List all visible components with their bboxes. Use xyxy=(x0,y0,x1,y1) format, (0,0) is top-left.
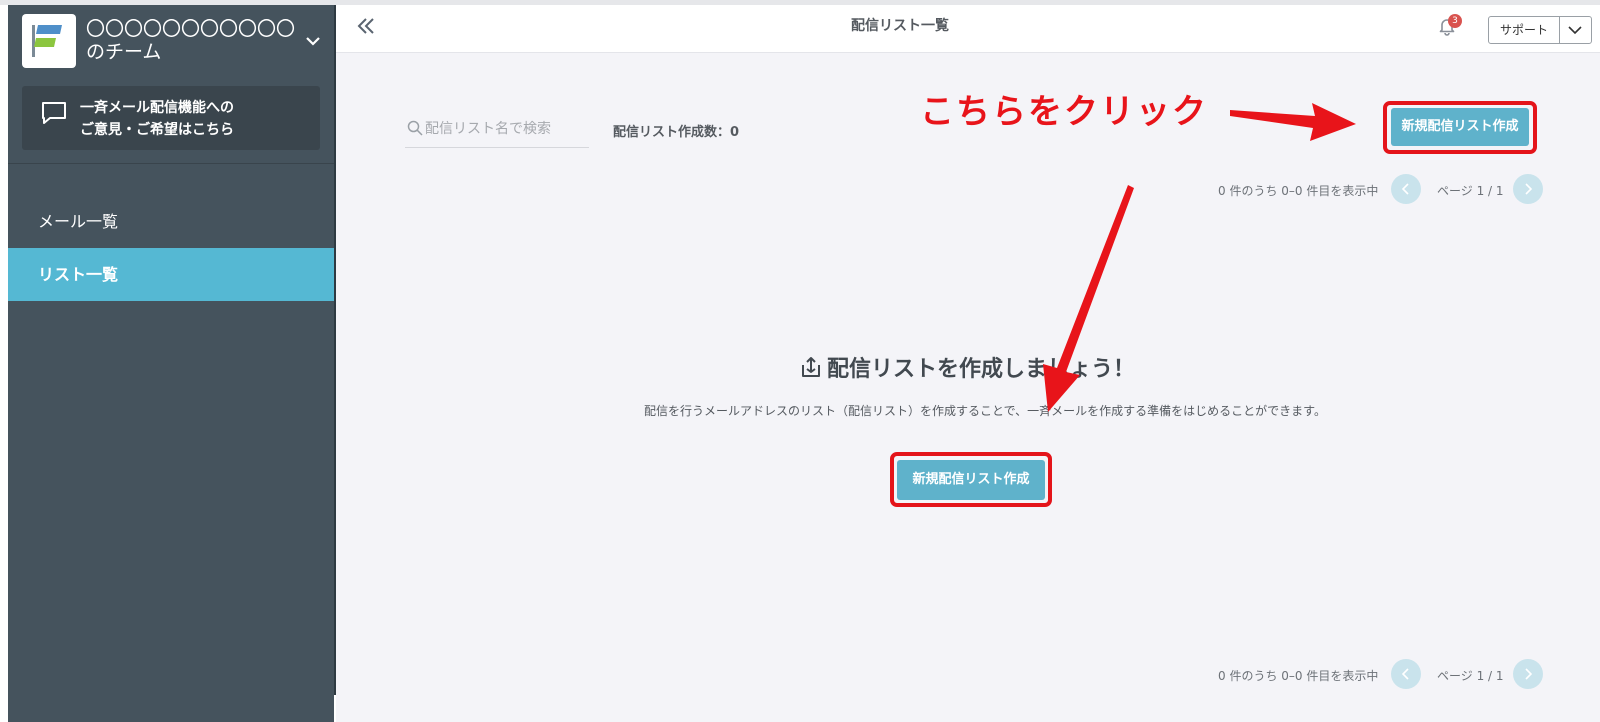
pagination-bottom: 0 件のうち 0–0 件目を表示中 ページ 1 / 1 xyxy=(1200,659,1545,689)
feedback-line2: ご意見・ご希望はこちら xyxy=(80,122,234,138)
sidebar-item-label: リスト一覧 xyxy=(38,265,119,284)
chevron-right-icon xyxy=(1525,668,1533,680)
next-page-button[interactable] xyxy=(1513,659,1543,689)
chevron-left-icon xyxy=(1401,668,1409,680)
annotation-highlight-box xyxy=(890,452,1052,507)
team-switcher[interactable]: 〇〇〇〇〇〇〇〇〇〇〇 のチーム xyxy=(22,14,322,70)
pagination-page: ページ 1 / 1 xyxy=(1437,669,1504,683)
pagination-info: 0 件のうち 0–0 件目を表示中 xyxy=(1218,669,1379,683)
window-left-strip xyxy=(0,5,8,722)
feedback-text: 一斉メール配信機能への ご意見・ご希望はこちら xyxy=(80,97,234,141)
sidebar-item-list-list[interactable]: リスト一覧 xyxy=(8,248,334,301)
chevron-right-icon xyxy=(1525,183,1533,195)
chevron-left-icon xyxy=(1401,183,1409,195)
page-title: 配信リスト一覧 xyxy=(851,18,949,34)
search-icon xyxy=(407,120,423,136)
chevron-down-icon[interactable] xyxy=(1567,23,1583,37)
sidebar-separator xyxy=(8,163,334,164)
empty-state-description: 配信を行うメールアドレスのリスト（配信リスト）を作成することで、一斉メールを作成… xyxy=(644,404,1326,418)
chevron-down-icon[interactable] xyxy=(304,32,322,50)
export-box-icon xyxy=(802,357,820,377)
search-box xyxy=(405,112,589,148)
team-logo-icon xyxy=(22,14,76,68)
feedback-line1: 一斉メール配信機能への xyxy=(80,100,234,116)
annotation-click-here: こちらをクリック xyxy=(920,92,1208,132)
sidebar-item-mail-list[interactable]: メール一覧 xyxy=(8,195,334,248)
support-button[interactable]: サポート xyxy=(1489,17,1559,43)
notification-badge: 3 xyxy=(1448,14,1462,28)
team-name-line2: のチーム xyxy=(86,41,162,63)
previous-page-button[interactable] xyxy=(1391,174,1421,204)
team-name-line1: 〇〇〇〇〇〇〇〇〇〇〇 xyxy=(86,18,296,40)
pagination-info: 0 件のうち 0–0 件目を表示中 xyxy=(1218,184,1379,198)
sidebar-item-label: メール一覧 xyxy=(38,212,119,231)
app-window: 〇〇〇〇〇〇〇〇〇〇〇 のチーム 一斉メール配信機能への ご意見・ご希望はこちら… xyxy=(0,0,1600,722)
empty-state-heading: 配信リストを作成しましょう！ xyxy=(827,357,1136,382)
collapse-sidebar-icon[interactable] xyxy=(356,16,376,36)
list-count: 配信リスト作成数：0 xyxy=(613,125,740,140)
chat-bubble-icon xyxy=(42,102,66,124)
previous-page-button[interactable] xyxy=(1391,659,1421,689)
support-dropdown[interactable]: サポート xyxy=(1488,16,1592,44)
next-page-button[interactable] xyxy=(1513,174,1543,204)
search-input[interactable] xyxy=(425,117,585,141)
annotation-highlight-box xyxy=(1383,101,1537,154)
pagination-top: 0 件のうち 0–0 件目を表示中 ページ 1 / 1 xyxy=(1200,174,1545,204)
feedback-link[interactable]: 一斉メール配信機能への ご意見・ご希望はこちら xyxy=(22,86,320,150)
pagination-page: ページ 1 / 1 xyxy=(1437,184,1504,198)
support-divider xyxy=(1559,17,1560,43)
team-name: 〇〇〇〇〇〇〇〇〇〇〇 のチーム xyxy=(86,18,295,64)
